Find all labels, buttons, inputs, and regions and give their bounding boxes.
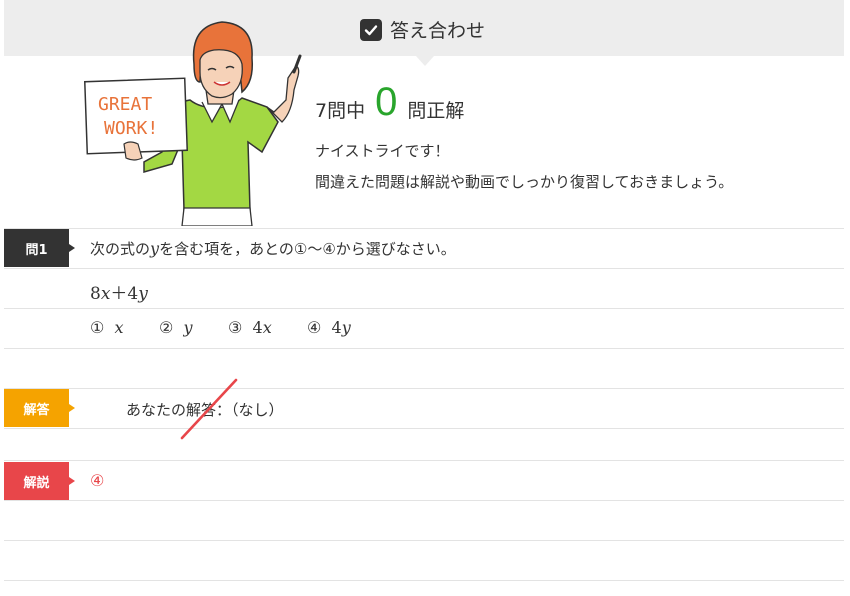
choice-2: ② y xyxy=(159,318,193,337)
message-line-2: 間違えた問題は解説や動画でしっかり復習しておきましょう。 xyxy=(315,173,734,191)
checkbox-icon xyxy=(360,18,382,41)
divider xyxy=(4,428,844,429)
question-text: 次の式のyを含む項を，あとの①〜④から選びなさい。 xyxy=(90,239,456,258)
score-prefix: 7問中 xyxy=(315,100,366,122)
explanation-answer: ④ xyxy=(90,471,105,490)
divider xyxy=(4,460,844,461)
answer-label: 解答 xyxy=(4,389,69,427)
label-pointer xyxy=(69,244,75,252)
label-pointer xyxy=(69,404,75,412)
divider xyxy=(4,540,844,541)
divider xyxy=(4,580,844,581)
score-summary: 7問中 0 問正解 xyxy=(315,80,464,124)
divider xyxy=(4,388,844,389)
divider xyxy=(4,348,844,349)
incorrect-slash-icon xyxy=(180,378,238,440)
header-pointer xyxy=(416,56,434,66)
message-line-1: ナイストライです！ xyxy=(315,142,450,160)
explanation-label: 解説 xyxy=(4,462,69,500)
divider xyxy=(4,500,844,501)
question-label: 問1 xyxy=(4,229,69,267)
correct-count: 0 xyxy=(375,80,398,124)
score-suffix: 問正解 xyxy=(407,100,465,122)
choice-4: ④ 4y xyxy=(307,318,351,337)
svg-text:GREAT: GREAT xyxy=(98,94,152,115)
divider xyxy=(4,268,844,269)
divider xyxy=(4,228,844,229)
choice-1: ① x xyxy=(90,318,124,337)
choice-3: ③ 4x xyxy=(228,318,272,337)
svg-text:WORK!: WORK! xyxy=(104,118,158,139)
divider xyxy=(4,308,844,309)
header-title: 答え合わせ xyxy=(360,16,485,43)
header-title-text: 答え合わせ xyxy=(390,20,486,42)
label-pointer xyxy=(69,477,75,485)
great-work-illustration-icon: GREAT WORK! xyxy=(83,21,302,226)
expression: 8x＋4y xyxy=(90,284,148,304)
